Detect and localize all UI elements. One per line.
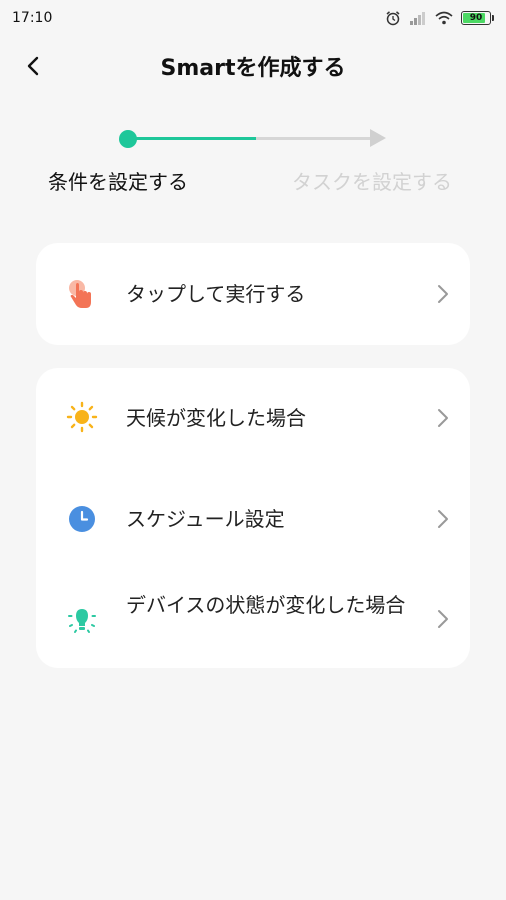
wifi-icon [435,11,453,25]
condition-row-tap-to-run[interactable]: タップして実行する [36,243,470,345]
chevron-right-icon [436,508,450,530]
chevron-left-icon [27,56,39,76]
header: Smartを作成する [0,36,506,96]
step-remaining-line [256,137,374,140]
battery-level: 90 [469,13,483,23]
tap-hand-icon [66,278,98,310]
condition-label: デバイスの状態が変化した場合 [126,593,406,617]
step-arrow-icon [370,129,386,147]
sun-icon [66,401,98,433]
battery-icon: 90 [461,11,494,25]
step-label-set-conditions: 条件を設定する [48,170,188,194]
condition-row-weather[interactable]: 天候が変化した場合 [36,368,470,468]
status-bar: 17:10 90 [0,0,506,36]
condition-card-automatic: 天候が変化した場合 スケジュール設定 デバイスの状態が変化した場合 [36,368,470,668]
chevron-right-icon [436,407,450,429]
condition-card-manual: タップして実行する [36,243,470,345]
back-button[interactable] [16,48,52,84]
clock-icon [66,503,98,535]
step-label-set-tasks: タスクを設定する [292,170,452,194]
condition-row-schedule[interactable]: スケジュール設定 [36,468,470,568]
condition-row-device-state[interactable]: デバイスの状態が変化した場合 [36,568,470,668]
condition-label: 天候が変化した場合 [126,406,306,430]
chevron-right-icon [436,608,450,630]
page-title: Smartを作成する [160,56,346,81]
chevron-right-icon [436,283,450,305]
status-time: 17:10 [12,10,53,26]
status-icons: 90 [385,10,494,26]
bulb-icon [66,604,98,636]
condition-label: タップして実行する [126,282,306,306]
alarm-icon [385,10,401,26]
signal-icon [409,11,427,25]
step-progress-line [132,137,256,140]
condition-label: スケジュール設定 [126,507,285,531]
